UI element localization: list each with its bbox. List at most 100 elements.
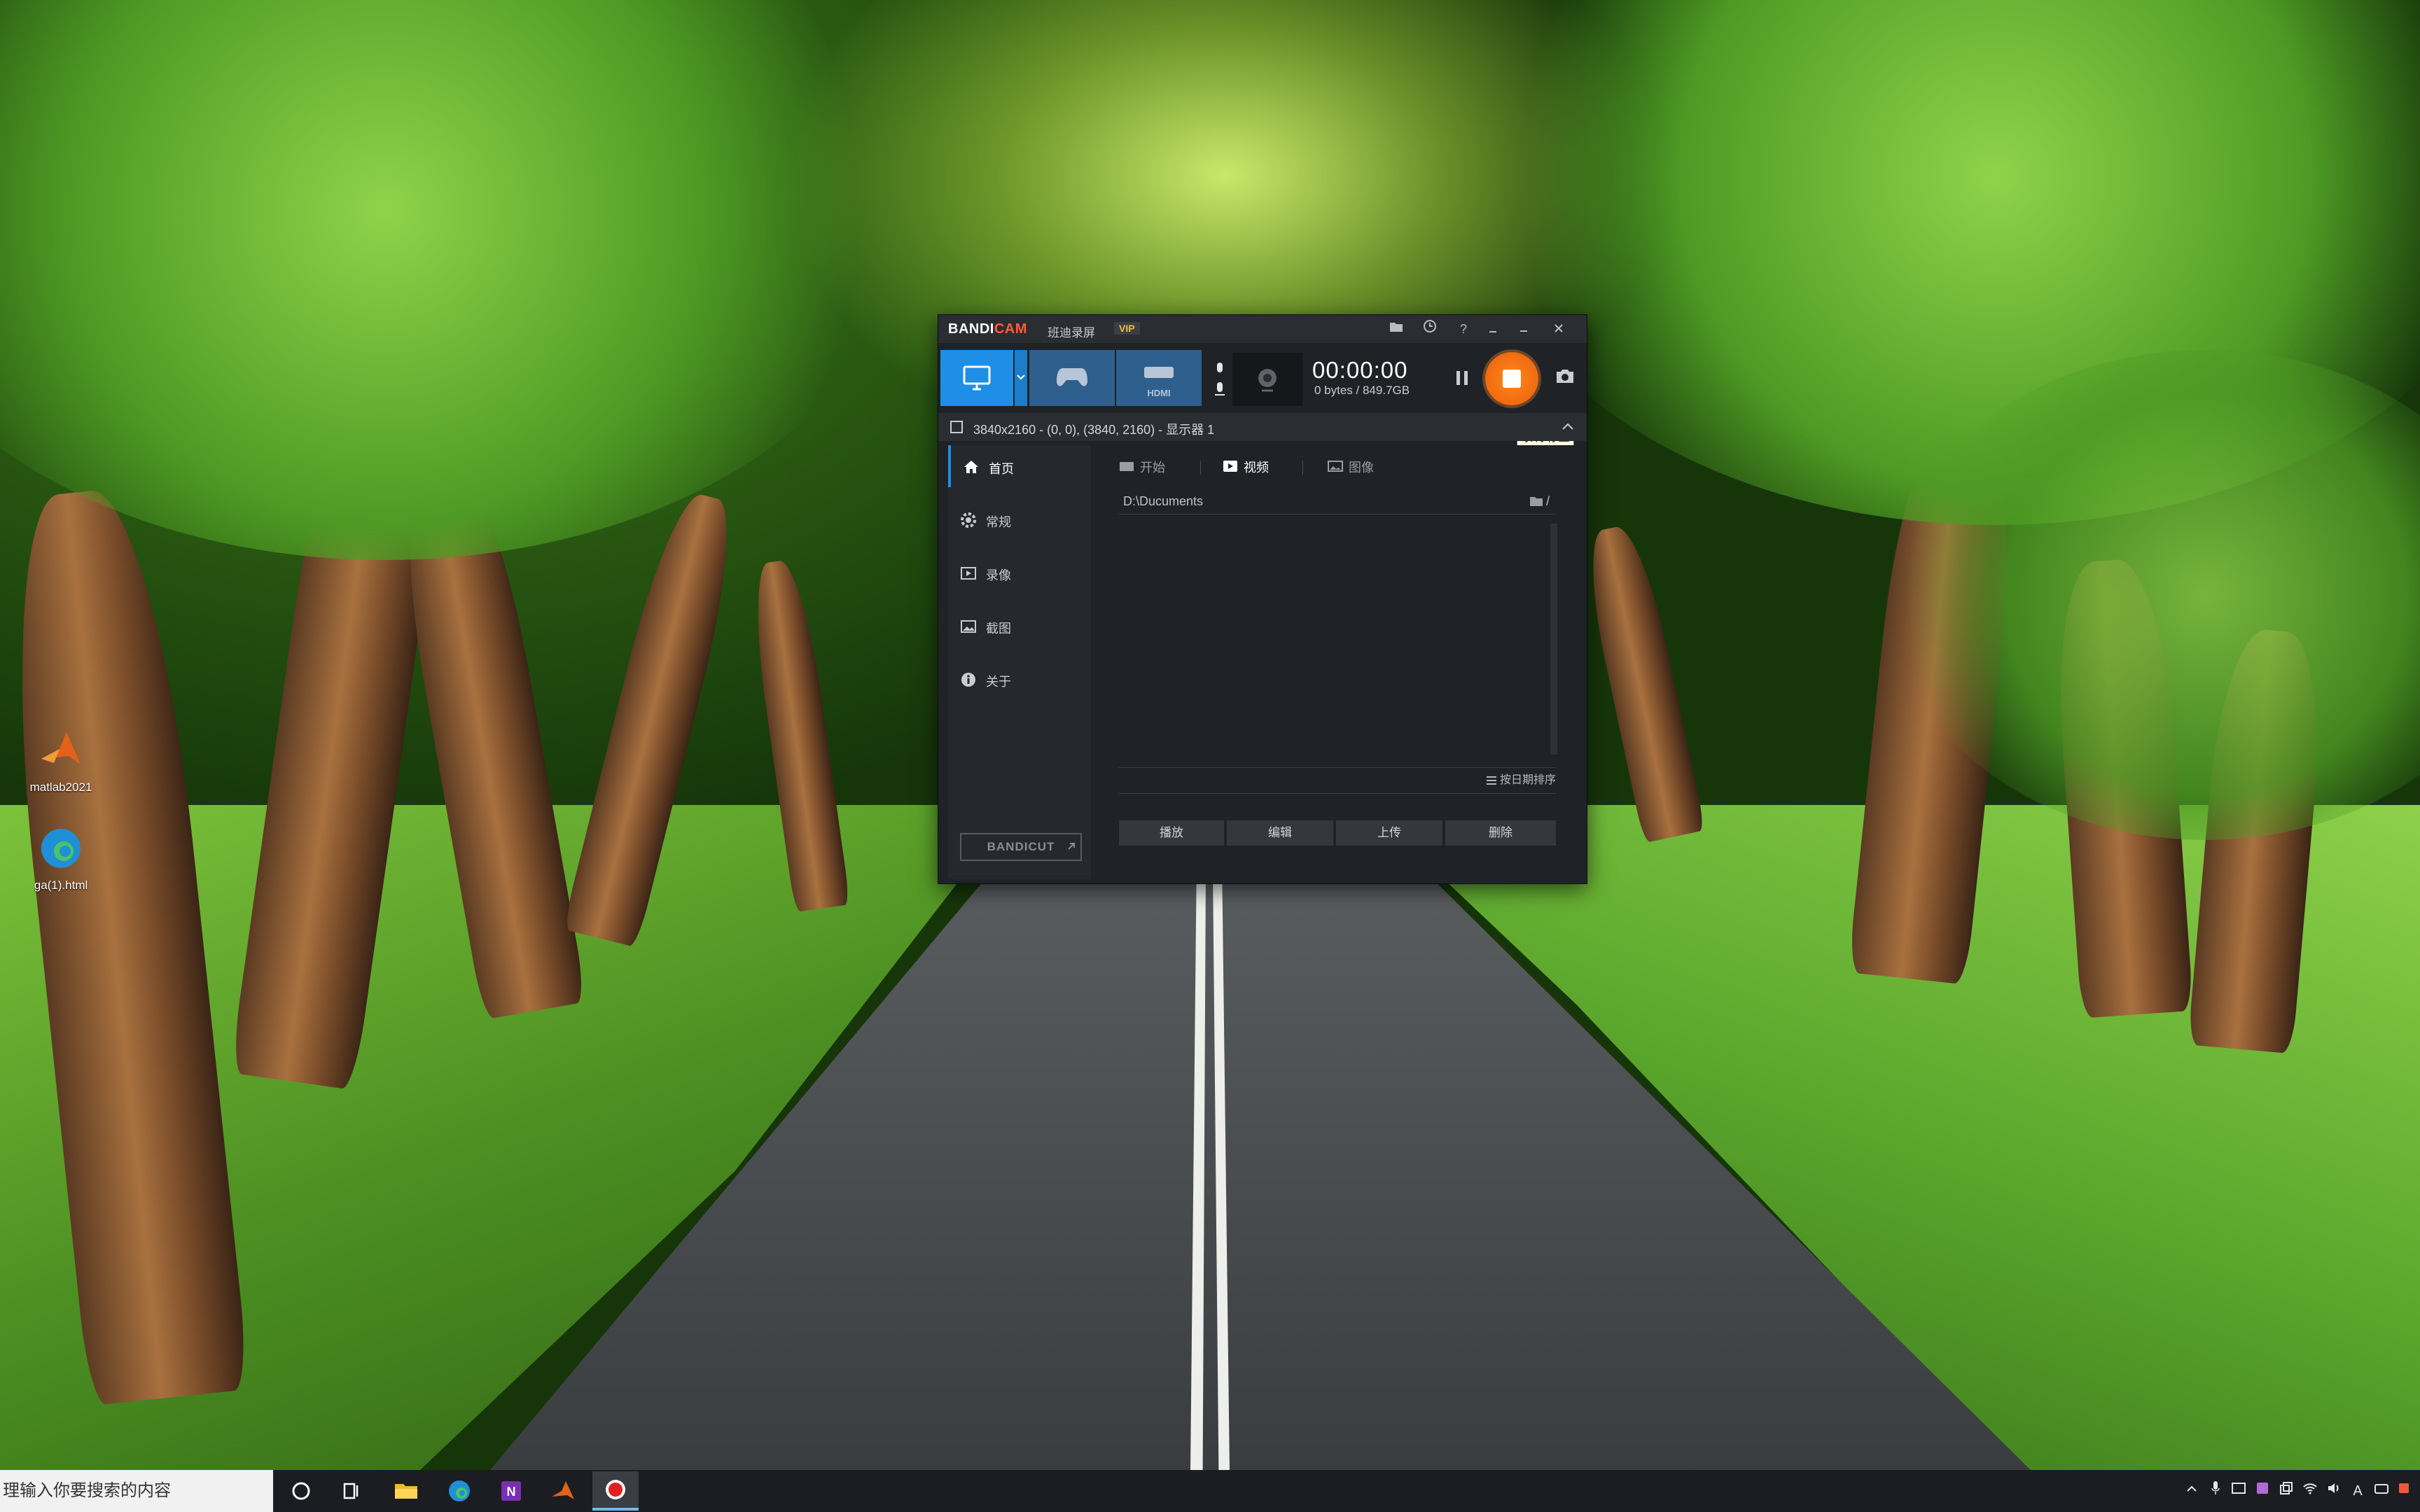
sidebar-item-label: 常规 (986, 515, 1011, 529)
folder-open-icon[interactable] (1529, 496, 1543, 507)
desktop-icon-label: ga(1).html (34, 878, 88, 892)
restore-icon[interactable] (1483, 319, 1503, 339)
tab-video[interactable]: 视频 (1223, 458, 1279, 480)
upload-button[interactable]: 上传 (1336, 820, 1442, 846)
output-path-text: D:\Ducuments (1123, 494, 1204, 508)
bandicut-button[interactable]: BANDICUT (960, 833, 1082, 861)
tray-wifi-icon[interactable] (2301, 1480, 2319, 1502)
desktop-icon-edge-file[interactable]: ga(1).html (1, 826, 120, 892)
game-mode-button[interactable] (1029, 350, 1115, 406)
file-explorer-icon[interactable] (392, 1477, 420, 1505)
sidebar-item-about[interactable]: 关于 (948, 658, 1091, 700)
tab-divider (1200, 461, 1201, 475)
desktop-icon-matlab[interactable]: matlab2021 (1, 728, 120, 794)
close-icon[interactable] (1549, 319, 1569, 339)
chevron-up-icon[interactable] (1562, 421, 1574, 431)
stop-icon (1503, 370, 1521, 388)
start-icon (1120, 462, 1134, 471)
brand-left: BANDI (948, 321, 994, 337)
capture-area-text: 3840x2160 - (0, 0), (3840, 2160) - 显示器 1 (973, 423, 1215, 437)
tray-expand-icon[interactable] (2183, 1480, 2200, 1502)
pause-icon (1456, 371, 1468, 385)
sort-by-date-button[interactable]: 按日期排序 (1119, 767, 1556, 794)
bandicam-taskbar-button[interactable] (592, 1471, 639, 1511)
tray-keyboard-icon[interactable] (2372, 1480, 2391, 1502)
tab-label: 视频 (1244, 461, 1269, 475)
sidebar-item-screenshot[interactable]: 截图 (948, 605, 1091, 647)
edge-icon (41, 829, 81, 868)
brand-right: CAM (994, 321, 1027, 337)
vip-badge[interactable]: VIP (1114, 322, 1140, 335)
sidebar-item-general[interactable]: 常规 (948, 498, 1091, 540)
mic-controls[interactable] (1213, 360, 1227, 399)
sidebar-item-label: 首页 (989, 462, 1014, 476)
image-icon (961, 620, 976, 633)
edit-button[interactable]: 编辑 (1227, 820, 1333, 846)
folder-icon[interactable] (1386, 319, 1406, 339)
onenote-icon[interactable]: N (497, 1477, 525, 1505)
sort-label: 按日期排序 (1499, 774, 1556, 786)
tab-start[interactable]: 开始 (1119, 458, 1175, 480)
sidebar-item-label: 录像 (986, 568, 1011, 582)
bandicam-window: BANDICAM 班迪录屏 VIP ? HDMI 00:00:00 0 byte… (938, 314, 1587, 884)
mode-toolbar: HDMI 00:00:00 0 bytes / 849.7GB 录制/停止 (938, 349, 1587, 447)
file-size-readout: 0 bytes / 849.7GB (1314, 384, 1410, 397)
matlab-icon (41, 732, 81, 764)
tray-notification-icon[interactable] (2395, 1480, 2413, 1502)
taskbar-search-box[interactable]: 理输入你要搜索的内容 (0, 1470, 273, 1512)
record-stop-button[interactable] (1485, 352, 1538, 405)
video-icon (961, 567, 976, 580)
app-logo: BANDICAM (948, 321, 1027, 337)
picture-icon (1328, 461, 1343, 472)
webcam-icon (1258, 369, 1277, 392)
external-link-icon (1068, 843, 1075, 850)
screenshot-button[interactable] (1555, 367, 1578, 389)
tray-capture-icon[interactable] (2230, 1480, 2248, 1502)
cortana-icon[interactable] (287, 1477, 315, 1505)
edge-browser-icon[interactable] (445, 1477, 473, 1505)
tab-label: 开始 (1140, 461, 1165, 475)
app-name: 班迪录屏 (1048, 326, 1095, 340)
tab-image[interactable]: 图像 (1328, 458, 1384, 480)
tray-volume-icon[interactable] (2325, 1480, 2343, 1502)
title-bar[interactable]: BANDICAM 班迪录屏 VIP ? (938, 315, 1587, 343)
screen-mode-button[interactable] (940, 350, 1013, 406)
main-panel: 开始 视频 图像 D:\Ducuments / 按日期排序 播放 编辑 上传 删… (1097, 445, 1581, 879)
list-icon (1486, 776, 1496, 785)
tab-divider (1302, 461, 1303, 475)
desktop-icon-label: matlab2021 (29, 780, 92, 794)
bandicut-label: BANDICUT (987, 840, 1055, 853)
file-list[interactable] (1119, 519, 1556, 750)
pause-button[interactable] (1452, 367, 1472, 389)
capture-area-bar[interactable]: 3840x2160 - (0, 0), (3840, 2160) - 显示器 1 (938, 413, 1587, 441)
play-button[interactable]: 播放 (1119, 820, 1224, 846)
play-icon (1223, 461, 1237, 472)
matlab-taskbar-icon[interactable] (549, 1477, 577, 1505)
tray-onenote-icon[interactable] (2253, 1480, 2272, 1502)
sidebar-item-home[interactable]: 首页 (948, 445, 1094, 487)
screen-mode-dropdown[interactable] (1015, 350, 1027, 406)
task-view-icon[interactable] (338, 1477, 366, 1505)
help-icon[interactable]: ? (1454, 319, 1473, 339)
path-suffix: / (1546, 494, 1550, 508)
delete-button[interactable]: 删除 (1445, 820, 1556, 846)
clock-icon[interactable] (1420, 319, 1440, 339)
taskbar: 理输入你要搜索的内容 N A (0, 1470, 2420, 1512)
gear-icon (961, 512, 976, 528)
camera-icon (1557, 370, 1573, 383)
microphone-icon (1215, 363, 1225, 396)
file-list-scrollbar[interactable] (1550, 524, 1557, 755)
bandicam-record-icon (606, 1480, 625, 1499)
home-icon (964, 461, 978, 473)
output-path[interactable]: D:\Ducuments / (1119, 493, 1556, 514)
tray-mic-icon[interactable] (2207, 1480, 2224, 1502)
gamepad-icon (1057, 368, 1087, 386)
device-mode-button[interactable]: HDMI (1116, 350, 1202, 406)
sidebar-item-video[interactable]: 录像 (948, 552, 1091, 594)
webcam-button[interactable] (1232, 353, 1302, 406)
tray-copy-icon[interactable] (2277, 1480, 2295, 1502)
monitor-icon (963, 365, 991, 391)
tab-label: 图像 (1349, 461, 1374, 475)
tray-input-method[interactable]: A (2349, 1480, 2367, 1502)
minimize-icon[interactable] (1514, 319, 1534, 339)
